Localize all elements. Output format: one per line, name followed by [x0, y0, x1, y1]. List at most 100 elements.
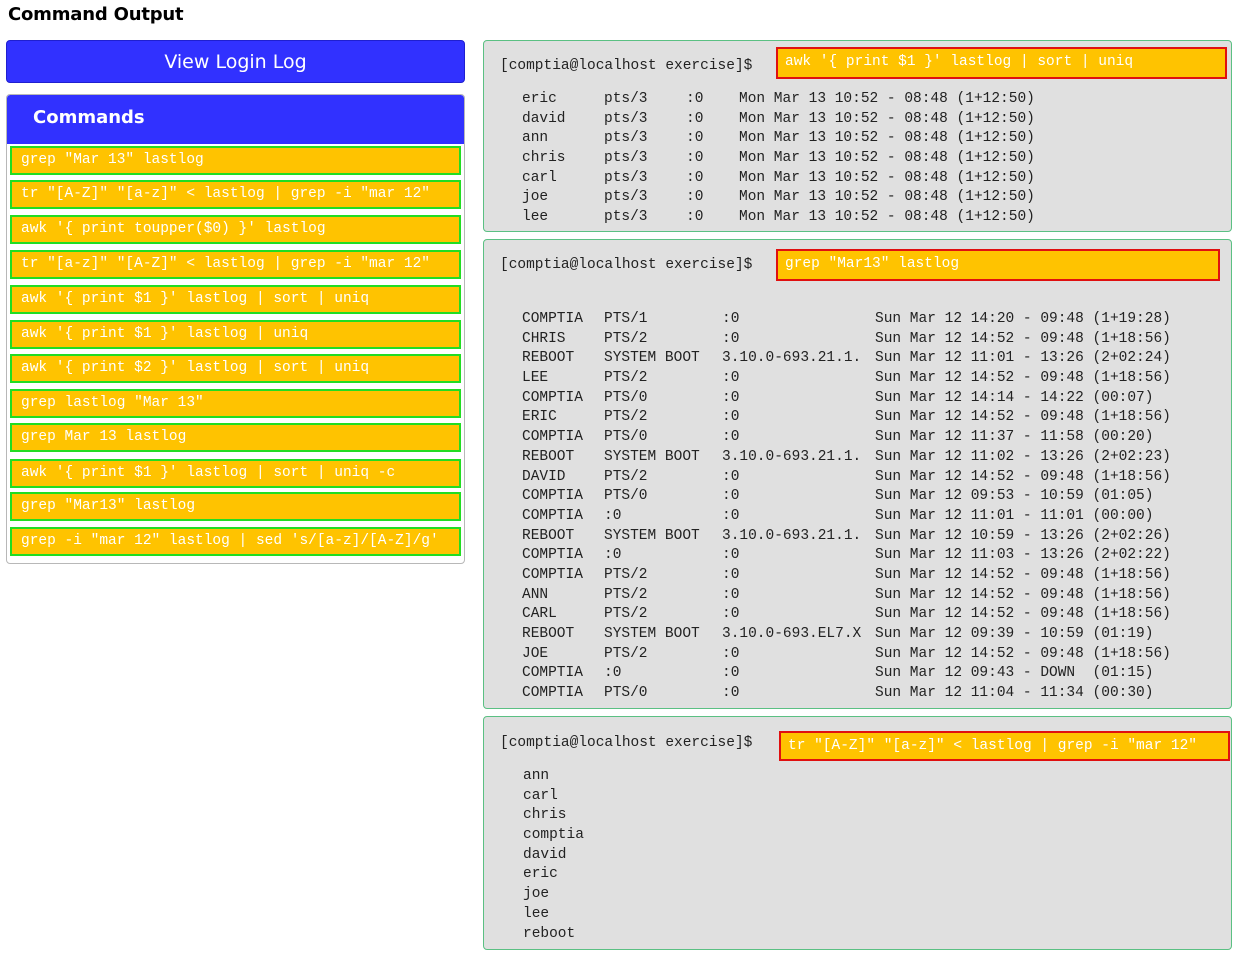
command-option[interactable]: grep "Mar 13" lastlog: [10, 146, 461, 175]
output-cell: PTS/2: [604, 586, 648, 603]
output-cell: Mon Mar 13 10:52 - 08:48 (1+12:50): [739, 209, 1035, 226]
output-cell: :0: [722, 409, 740, 426]
output-row: eric pts/3:0 Mon Mar 13 10:52 - 08:48 (1+1…: [522, 90, 1222, 110]
output-cell: PTS/2: [604, 606, 648, 623]
output-cell: 3.10.0-693.21.1.: [722, 350, 862, 367]
output-cell: SYSTEM BOOT: [604, 527, 700, 544]
output-row: comptia: [523, 826, 823, 846]
output-row: REBOOT SYSTEM BOOT 3.10.0-693.21.1. Sun Mar…: [522, 527, 1222, 547]
command-option[interactable]: grep lastlog "Mar 13": [10, 389, 461, 418]
output-cell: Sun Mar 12 09:53 - 10:59 (01:05): [875, 488, 1154, 505]
command-option[interactable]: tr "[a-z]" "[A-Z]" < lastlog | grep -i "…: [10, 250, 461, 279]
shell-prompt: [comptia@localhost exercise]$: [500, 735, 753, 751]
output-row: COMPTIA PTS/0:0 Sun Mar 12 11:37 - 11:58 (…: [522, 428, 1222, 448]
output-cell: joe: [523, 886, 550, 903]
output-cell: :0: [722, 685, 740, 702]
output-cell: COMPTIA: [522, 566, 583, 583]
output-cell: pts/3: [604, 189, 648, 206]
output-cell: Sun Mar 12 14:20 - 09:48 (1+19:28): [875, 311, 1171, 327]
output-cell: :0: [604, 665, 622, 682]
output-cell: CARL: [522, 606, 557, 623]
output-cell: joe: [522, 189, 549, 206]
output-cell: Sun Mar 12 14:52 - 09:48 (1+18:56): [875, 645, 1171, 662]
output-cell: ann: [522, 130, 549, 147]
output-cell: lee: [523, 905, 550, 922]
output-cell: :0: [722, 547, 740, 564]
output-cell: carl: [522, 169, 557, 186]
output-cell: PTS/2: [604, 409, 648, 426]
output-cell: Sun Mar 12 14:52 - 09:48 (1+18:56): [875, 566, 1171, 583]
output-cell: chris: [523, 807, 567, 824]
output-row: COMPTIA:0:0 Sun Mar 12 09:43 - DOWN (01:1…: [522, 664, 1222, 684]
command-drop-slot[interactable]: tr "[A-Z]" "[a-z]" < lastlog | grep -i "…: [779, 731, 1230, 761]
output-row: joe: [523, 885, 823, 905]
output-cell: Mon Mar 13 10:52 - 08:48 (1+12:50): [739, 130, 1035, 147]
output-cell: JOE: [522, 645, 549, 662]
output-cell: :0: [722, 665, 740, 682]
output-cell: PTS/2: [604, 645, 648, 662]
output-cell: CHRIS: [522, 330, 566, 347]
output-row: DAVID PTS/2:0 Sun Mar 12 14:52 - 09:48 (1+…: [522, 468, 1222, 488]
output-cell: COMPTIA: [522, 547, 583, 564]
command-option[interactable]: grep Mar 13 lastlog: [10, 423, 461, 452]
output-cell: COMPTIA: [522, 685, 583, 702]
output-row: REBOOT SYSTEM BOOT 3.10.0-693.21.1. Sun Mar…: [522, 349, 1222, 369]
command-option[interactable]: awk '{ print $2 }' lastlog | sort | uniq: [10, 354, 461, 383]
output-cell: COMPTIA: [522, 488, 583, 505]
output-cell: SYSTEM BOOT: [604, 350, 700, 367]
output-cell: COMPTIA: [522, 311, 583, 327]
output-cell: :0: [722, 389, 740, 406]
view-login-log-button[interactable]: View Login Log: [6, 40, 465, 83]
output-cell: Sun Mar 12 14:52 - 09:48 (1+18:56): [875, 468, 1171, 485]
output-cell: eric: [523, 866, 558, 883]
terminal-window: [comptia@localhost exercise]$ awk '{ pri…: [483, 40, 1232, 232]
output-cell: ann: [523, 768, 550, 784]
output-cell: REBOOT: [522, 626, 575, 642]
output-cell: Sun Mar 12 11:37 - 11:58 (00:20): [875, 429, 1154, 446]
output-cell: Sun Mar 12 14:52 - 09:48 (1+18:56): [875, 586, 1171, 603]
output-cell: PTS/0: [604, 488, 648, 505]
output-row: ERIC PTS/2:0 Sun Mar 12 14:52 - 09:48 (1+1…: [522, 408, 1222, 428]
output-cell: david: [523, 846, 567, 863]
output-cell: Mon Mar 13 10:52 - 08:48 (1+12:50): [739, 189, 1035, 206]
output-cell: :0: [722, 645, 740, 662]
output-cell: pts/3: [604, 110, 648, 127]
output-cell: PTS/2: [604, 566, 648, 583]
output-cell: PTS/0: [604, 389, 648, 406]
output-cell: DAVID: [522, 468, 566, 485]
command-option[interactable]: grep "Mar13" lastlog: [10, 492, 461, 521]
output-cell: Sun Mar 12 11:02 - 13:26 (2+02:23): [875, 448, 1171, 465]
commands-panel: Commands grep "Mar 13" lastlog tr "[A-Z]…: [6, 94, 465, 564]
output-row: ann: [523, 767, 823, 787]
output-row: chris pts/3:0 Mon Mar 13 10:52 - 08:48 (1+…: [522, 149, 1222, 169]
output-cell: ANN: [522, 586, 549, 603]
command-drop-slot[interactable]: grep "Mar13" lastlog: [776, 249, 1220, 281]
command-option[interactable]: tr "[A-Z]" "[a-z]" < lastlog | grep -i "…: [10, 180, 461, 209]
output-cell: Sun Mar 12 09:43 - DOWN (01:15): [875, 665, 1154, 682]
output-cell: PTS/1: [604, 311, 648, 327]
output-row: david pts/3:0 Mon Mar 13 10:52 - 08:48 (1+…: [522, 110, 1222, 130]
output-row: reboot: [523, 925, 823, 945]
output-cell: REBOOT: [522, 527, 575, 544]
command-option[interactable]: awk '{ print $1 }' lastlog | sort | uniq…: [10, 459, 461, 488]
command-option[interactable]: awk '{ print toupper($0) }' lastlog: [10, 215, 461, 244]
command-option[interactable]: awk '{ print $1 }' lastlog | sort | uniq: [10, 285, 461, 314]
command-drop-slot[interactable]: awk '{ print $1 }' lastlog | sort | uniq: [776, 47, 1227, 79]
output-cell: eric: [522, 91, 557, 107]
output-cell: :0: [722, 429, 740, 446]
output-row: REBOOT SYSTEM BOOT 3.10.0-693.21.1. Sun Mar…: [522, 448, 1222, 468]
command-option[interactable]: awk '{ print $1 }' lastlog | uniq: [10, 320, 461, 349]
output-cell: chris: [522, 150, 566, 167]
output-cell: :0: [722, 311, 740, 327]
output-cell: PTS/2: [604, 468, 648, 485]
command-output: eric pts/3:0 Mon Mar 13 10:52 - 08:48 (1+1…: [522, 90, 1222, 228]
output-cell: Sun Mar 12 14:52 - 09:48 (1+18:56): [875, 370, 1171, 387]
output-cell: pts/3: [604, 169, 648, 186]
output-row: david: [523, 846, 823, 866]
output-row: COMPTIA PTS/0:0 Sun Mar 12 11:04 - 11:34 (…: [522, 684, 1222, 704]
output-cell: Sun Mar 12 11:03 - 13:26 (2+02:22): [875, 547, 1171, 564]
output-cell: COMPTIA: [522, 389, 583, 406]
output-row: REBOOT SYSTEM BOOT 3.10.0-693.EL7.X Sun Mar…: [522, 625, 1222, 645]
command-option[interactable]: grep -i "mar 12" lastlog | sed 's/[a-z]/…: [10, 527, 461, 556]
output-cell: :0: [604, 507, 622, 524]
